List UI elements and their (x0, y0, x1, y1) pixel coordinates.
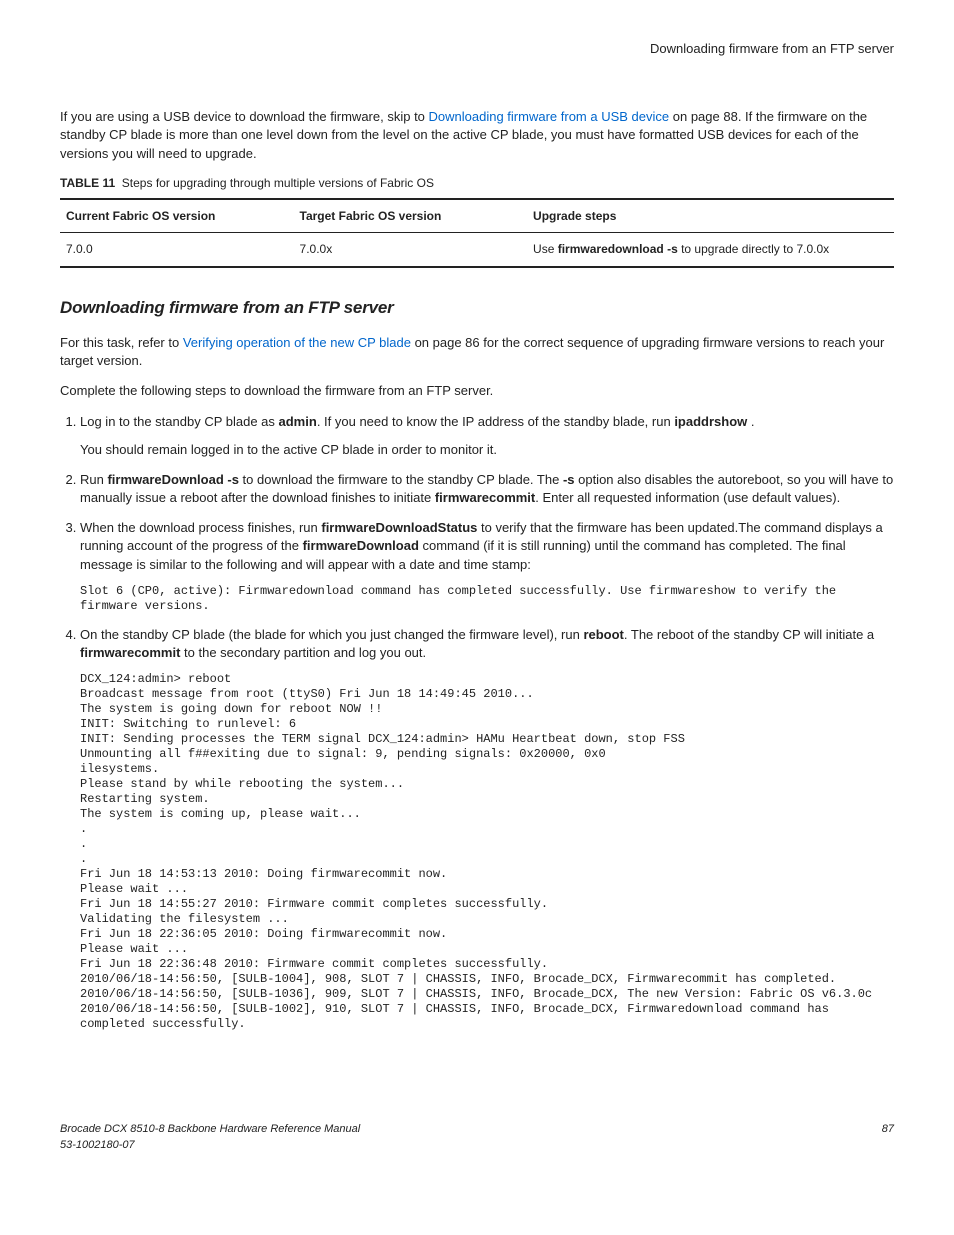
step-2: Run firmwareDownload -s to download the … (80, 471, 894, 507)
step3-fwdl: firmwareDownload (303, 538, 419, 553)
step4-fwcommit: firmwarecommit (80, 645, 180, 660)
intro-text-1: If you are using a USB device to downloa… (60, 109, 429, 124)
step1-text-b: . If you need to know the IP address of … (317, 414, 675, 429)
section-intro-2: Complete the following steps to download… (60, 382, 894, 400)
steps-list: Log in to the standby CP blade as admin.… (60, 413, 894, 1033)
step-4: On the standby CP blade (the blade for w… (80, 626, 894, 1032)
step1-note: You should remain logged in to the activ… (80, 441, 894, 459)
th-current-version: Current Fabric OS version (60, 199, 294, 233)
footer-page-number: 87 (882, 1122, 894, 1153)
step4-text-c: to the secondary partition and log you o… (180, 645, 426, 660)
step4-reboot: reboot (583, 627, 623, 642)
td-steps-text-a: Use (533, 242, 558, 256)
step3-text-a: When the download process finishes, run (80, 520, 321, 535)
step1-text-c: . (747, 414, 754, 429)
footer-manual-title: Brocade DCX 8510-8 Backbone Hardware Ref… (60, 1122, 360, 1137)
table-11-caption: TABLE 11 Steps for upgrading through mul… (60, 175, 894, 192)
section-intro-1a: For this task, refer to (60, 335, 183, 350)
section-heading-ftp: Downloading firmware from an FTP server (60, 296, 894, 320)
td-steps-cmd: firmwaredownload -s (558, 242, 678, 256)
link-usb-download[interactable]: Downloading firmware from a USB device (429, 109, 670, 124)
step2-cmd: firmwareDownload -s (107, 472, 238, 487)
step4-text-b: . The reboot of the standby CP will init… (624, 627, 874, 642)
step2-fwcommit: firmwarecommit (435, 490, 535, 505)
td-steps-text-b: to upgrade directly to 7.0.0x (678, 242, 829, 256)
step2-text-b: to download the firmware to the standby … (239, 472, 563, 487)
th-target-version: Target Fabric OS version (294, 199, 528, 233)
table-caption-text: Steps for upgrading through multiple ver… (122, 176, 434, 190)
link-verify-cp[interactable]: Verifying operation of the new CP blade (183, 335, 411, 350)
step-3: When the download process finishes, run … (80, 519, 894, 614)
step2-text-d: . Enter all requested information (use d… (535, 490, 840, 505)
step-1: Log in to the standby CP blade as admin.… (80, 413, 894, 459)
step3-status-cmd: firmwareDownloadStatus (321, 520, 477, 535)
table-label: TABLE 11 (60, 176, 115, 190)
section-intro-1: For this task, refer to Verifying operat… (60, 334, 894, 370)
step1-text-a: Log in to the standby CP blade as (80, 414, 279, 429)
table-row: 7.0.0 7.0.0x Use firmwaredownload -s to … (60, 233, 894, 267)
step1-admin: admin (279, 414, 317, 429)
footer-left: Brocade DCX 8510-8 Backbone Hardware Ref… (60, 1122, 360, 1153)
step4-output: DCX_124:admin> reboot Broadcast message … (80, 672, 894, 1032)
table-11: Current Fabric OS version Target Fabric … (60, 198, 894, 269)
step2-flag: -s (563, 472, 575, 487)
page-footer: Brocade DCX 8510-8 Backbone Hardware Ref… (60, 1122, 894, 1153)
step3-output: Slot 6 (CP0, active): Firmwaredownload c… (80, 584, 894, 614)
step2-text-a: Run (80, 472, 107, 487)
footer-doc-number: 53-1002180-07 (60, 1138, 360, 1153)
step1-ipaddrshow: ipaddrshow (674, 414, 747, 429)
th-upgrade-steps: Upgrade steps (527, 199, 894, 233)
td-current: 7.0.0 (60, 233, 294, 267)
td-target: 7.0.0x (294, 233, 528, 267)
td-steps: Use firmwaredownload -s to upgrade direc… (527, 233, 894, 267)
intro-paragraph: If you are using a USB device to downloa… (60, 108, 894, 163)
step4-text-a: On the standby CP blade (the blade for w… (80, 627, 583, 642)
running-header: Downloading firmware from an FTP server (60, 40, 894, 58)
